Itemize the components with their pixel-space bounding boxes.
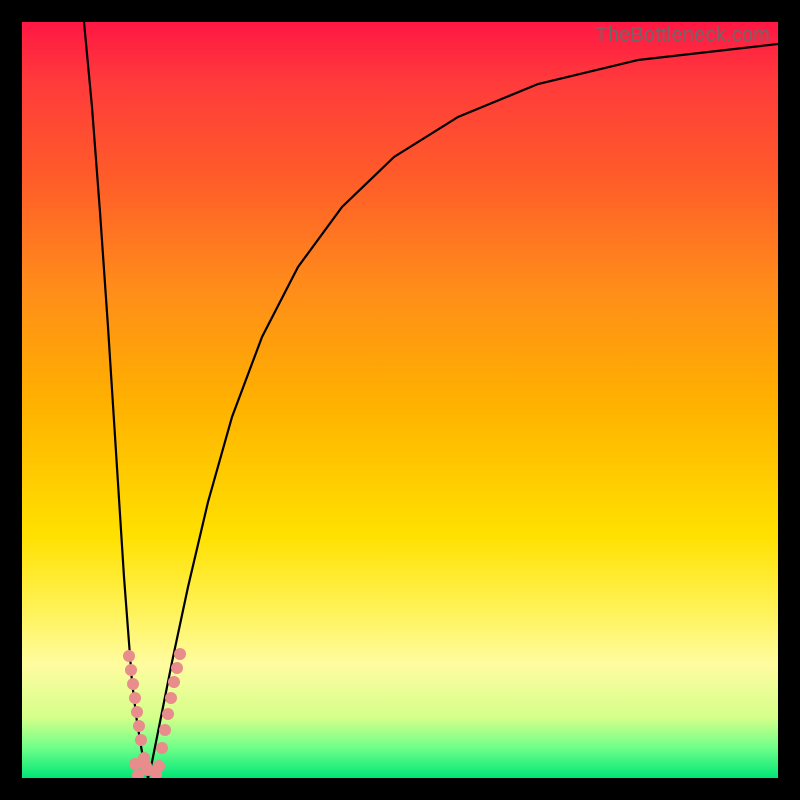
marker-group — [123, 648, 186, 778]
data-marker — [171, 662, 183, 674]
data-marker — [131, 706, 143, 718]
data-marker — [156, 742, 168, 754]
data-marker — [165, 692, 177, 704]
data-marker — [125, 664, 137, 676]
data-marker — [159, 724, 171, 736]
right-branch-curve — [148, 44, 778, 778]
data-marker — [135, 734, 147, 746]
data-marker — [153, 760, 165, 772]
data-marker — [129, 692, 141, 704]
data-marker — [174, 648, 186, 660]
data-marker — [129, 758, 141, 770]
plot-area: TheBottleneck.com — [22, 22, 778, 778]
data-marker — [162, 708, 174, 720]
data-marker — [168, 676, 180, 688]
data-marker — [123, 650, 135, 662]
left-branch-curve — [84, 22, 148, 778]
curve-layer — [22, 22, 778, 778]
data-marker — [133, 720, 145, 732]
data-marker — [127, 678, 139, 690]
